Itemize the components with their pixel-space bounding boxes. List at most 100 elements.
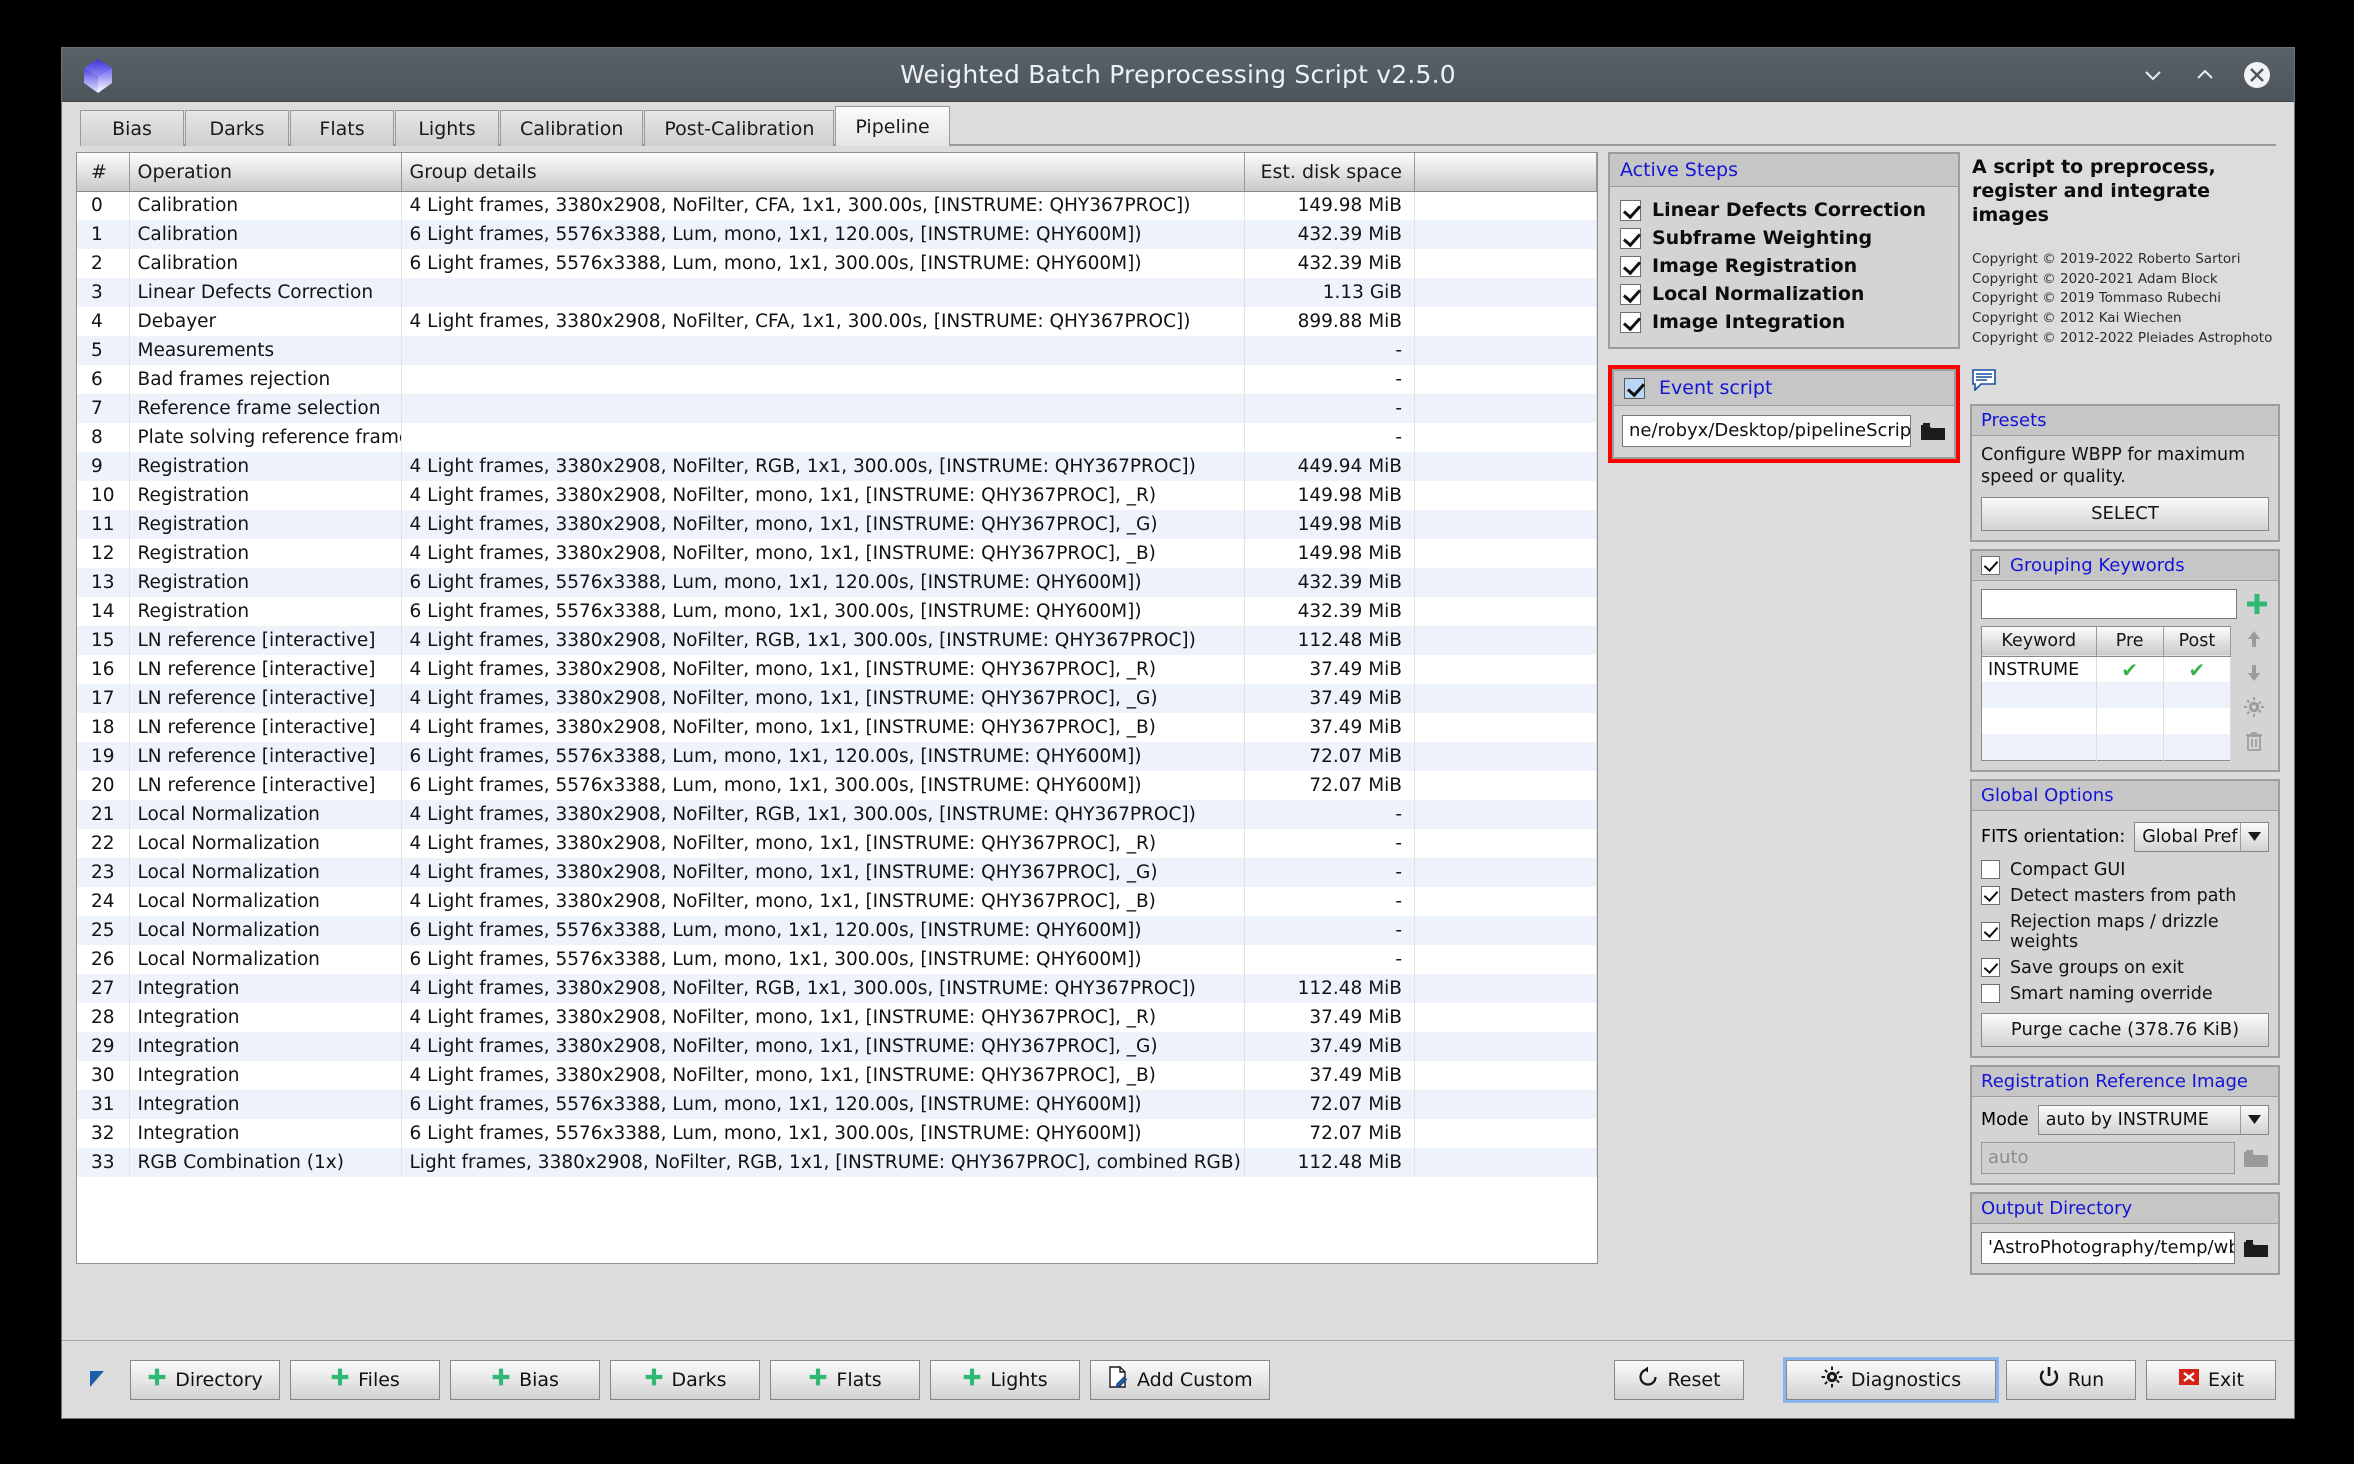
table-row[interactable]: 11 Registration 4 Light frames, 3380x2908,…	[77, 510, 1597, 539]
option-rejection-maps-drizzle-weights[interactable]: Rejection maps / drizzle weights	[1981, 909, 2269, 955]
table-row[interactable]: 20 LN reference [interactive] 6 Light fram…	[77, 771, 1597, 800]
keyword-row-empty[interactable]	[1981, 682, 2232, 709]
grouping-keywords-header[interactable]: Grouping Keywords	[1972, 550, 2278, 581]
table-row[interactable]: 10 Registration 4 Light frames, 3380x2908,…	[77, 481, 1597, 510]
pipeline-table-panel[interactable]: # Operation Group details Est. disk spac…	[76, 152, 1598, 1264]
table-row[interactable]: 0 Calibration 4 Light frames, 3380x2908, N…	[77, 191, 1597, 220]
add-flats-button[interactable]: Flats	[770, 1359, 920, 1400]
folder-icon[interactable]	[1920, 418, 1946, 444]
checkbox-icon[interactable]	[1620, 283, 1641, 305]
output-path-input[interactable]: 'AstroPhotography/temp/wbpp	[1981, 1231, 2235, 1264]
checkbox-icon[interactable]	[1981, 555, 2000, 575]
add-directory-button[interactable]: Directory	[130, 1359, 280, 1400]
plus-icon[interactable]	[2245, 592, 2269, 616]
table-row[interactable]: 17 LN reference [interactive] 4 Light fram…	[77, 684, 1597, 713]
maximize-button[interactable]	[2190, 60, 2220, 90]
table-row[interactable]: 18 LN reference [interactive] 4 Light fram…	[77, 713, 1597, 742]
purge-cache-button[interactable]: Purge cache (378.76 KiB)	[1981, 1012, 2269, 1047]
table-row[interactable]: 2 Calibration 6 Light frames, 5576x3388, L…	[77, 249, 1597, 278]
table-row[interactable]: 15 LN reference [interactive] 4 Light fram…	[77, 626, 1597, 655]
minimize-button[interactable]	[2138, 60, 2168, 90]
table-row[interactable]: 31 Integration 6 Light frames, 5576x3388, …	[77, 1090, 1597, 1119]
keyword-col-pre[interactable]: Pre	[2096, 626, 2164, 657]
option-compact-gui[interactable]: Compact GUI	[1981, 857, 2269, 883]
exit-button[interactable]: Exit	[2146, 1359, 2276, 1400]
table-row[interactable]: 5 Measurements -	[77, 336, 1597, 365]
resize-corner-icon[interactable]	[86, 1367, 112, 1393]
event-script-header[interactable]: Event script	[1614, 371, 1954, 406]
checkbox-icon[interactable]	[1620, 311, 1641, 333]
option-smart-naming-override[interactable]: Smart naming override	[1981, 981, 2269, 1007]
table-row[interactable]: 26 Local Normalization 6 Light frames, 557…	[77, 945, 1597, 974]
column-header-disk-space[interactable]: Est. disk space	[1244, 153, 1415, 192]
table-row[interactable]: 14 Registration 6 Light frames, 5576x3388,…	[77, 597, 1597, 626]
checkbox-icon[interactable]	[1624, 377, 1645, 399]
table-row[interactable]: 28 Integration 4 Light frames, 3380x2908, …	[77, 1003, 1597, 1032]
tab-calibration[interactable]: Calibration	[500, 110, 644, 146]
presets-select-button[interactable]: SELECT	[1981, 496, 2269, 531]
table-row[interactable]: 30 Integration 4 Light frames, 3380x2908, …	[77, 1061, 1597, 1090]
delete-trash-icon[interactable]	[2243, 730, 2265, 756]
table-row[interactable]: 6 Bad frames rejection -	[77, 365, 1597, 394]
table-row[interactable]: 22 Local Normalization 4 Light frames, 338…	[77, 829, 1597, 858]
run-button[interactable]: Run	[2006, 1359, 2136, 1400]
checkbox-icon[interactable]	[1981, 958, 2000, 978]
checkbox-icon[interactable]	[1981, 886, 2000, 906]
checkbox-icon[interactable]	[1981, 860, 2000, 880]
column-header-group-details[interactable]: Group details	[401, 153, 1245, 192]
move-down-icon[interactable]	[2243, 662, 2265, 688]
checkbox-icon[interactable]	[1981, 922, 2000, 942]
table-row[interactable]: 8 Plate solving reference frames -	[77, 423, 1597, 452]
folder-icon[interactable]	[2243, 1235, 2269, 1261]
add-darks-button[interactable]: Darks	[610, 1359, 760, 1400]
keyword-col-post[interactable]: Post	[2163, 626, 2232, 657]
checkbox-icon[interactable]	[1620, 227, 1641, 249]
keyword-post-check[interactable]: ✔	[2163, 656, 2232, 683]
column-header-operation[interactable]: Operation	[129, 153, 402, 192]
table-row[interactable]: 19 LN reference [interactive] 6 Light fram…	[77, 742, 1597, 771]
table-row[interactable]: 7 Reference frame selection -	[77, 394, 1597, 423]
tab-bias[interactable]: Bias	[80, 110, 184, 146]
keyword-row-empty[interactable]	[1981, 734, 2232, 761]
option-save-groups-on-exit[interactable]: Save groups on exit	[1981, 955, 2269, 981]
reset-button[interactable]: Reset	[1614, 1359, 1744, 1400]
event-script-path-input[interactable]: ne/robyx/Desktop/pipelineScript.js	[1622, 415, 1911, 447]
registration-mode-select[interactable]: auto by INSTRUME	[2037, 1104, 2269, 1135]
settings-gear-icon[interactable]	[2243, 696, 2265, 722]
table-row[interactable]: 12 Registration 4 Light frames, 3380x2908,…	[77, 539, 1597, 568]
checkbox-icon[interactable]	[1620, 255, 1641, 277]
column-header-extra[interactable]	[1414, 153, 1597, 192]
table-row[interactable]: 23 Local Normalization 4 Light frames, 338…	[77, 858, 1597, 887]
move-up-icon[interactable]	[2243, 628, 2265, 654]
comment-icon[interactable]	[1972, 369, 1996, 392]
keyword-row[interactable]: INSTRUME ✔ ✔	[1981, 656, 2232, 683]
table-row[interactable]: 29 Integration 4 Light frames, 3380x2908, …	[77, 1032, 1597, 1061]
add-custom-button[interactable]: Add Custom	[1090, 1359, 1270, 1400]
option-detect-masters-from-path[interactable]: Detect masters from path	[1981, 883, 2269, 909]
step-image-registration[interactable]: Image Registration	[1620, 252, 1948, 280]
column-header-index[interactable]: #	[77, 153, 130, 192]
diagnostics-button[interactable]: Diagnostics	[1783, 1356, 1999, 1403]
checkbox-icon[interactable]	[1620, 199, 1641, 221]
step-image-integration[interactable]: Image Integration	[1620, 308, 1948, 336]
fits-orientation-select[interactable]: Global Pref	[2134, 821, 2269, 852]
table-row[interactable]: 27 Integration 4 Light frames, 3380x2908, …	[77, 974, 1597, 1003]
tab-pipeline[interactable]: Pipeline	[835, 106, 950, 146]
add-bias-button[interactable]: Bias	[450, 1359, 600, 1400]
table-row[interactable]: 24 Local Normalization 4 Light frames, 338…	[77, 887, 1597, 916]
keyword-col-keyword[interactable]: Keyword	[1981, 626, 2097, 657]
folder-icon[interactable]	[2243, 1145, 2269, 1171]
table-row[interactable]: 16 LN reference [interactive] 4 Light fram…	[77, 655, 1597, 684]
add-files-button[interactable]: Files	[290, 1359, 440, 1400]
tab-darks[interactable]: Darks	[185, 110, 289, 146]
tab-post-calibration[interactable]: Post-Calibration	[644, 110, 835, 146]
keyword-row-empty[interactable]	[1981, 708, 2232, 735]
table-row[interactable]: 25 Local Normalization 6 Light frames, 557…	[77, 916, 1597, 945]
reference-path-input[interactable]: auto	[1981, 1141, 2235, 1174]
table-row[interactable]: 32 Integration 6 Light frames, 5576x3388, …	[77, 1119, 1597, 1148]
table-row[interactable]: 4 Debayer 4 Light frames, 3380x2908, NoFil…	[77, 307, 1597, 336]
tab-flats[interactable]: Flats	[290, 110, 394, 146]
keyword-pre-check[interactable]: ✔	[2096, 656, 2164, 683]
checkbox-icon[interactable]	[1981, 984, 2000, 1004]
table-row[interactable]: 9 Registration 4 Light frames, 3380x2908, …	[77, 452, 1597, 481]
